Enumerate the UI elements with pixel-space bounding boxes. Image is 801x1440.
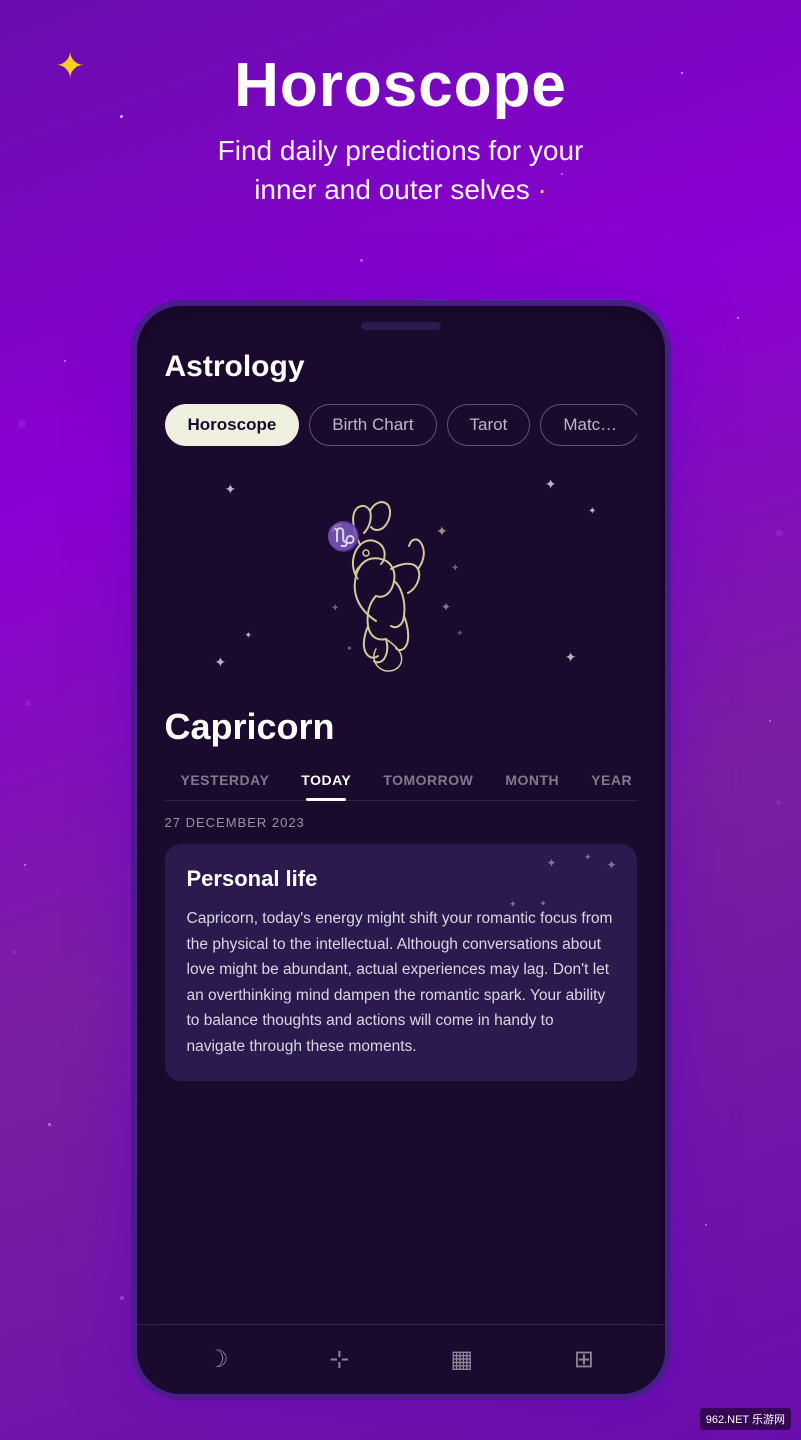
zodiac-name: Capricorn (165, 706, 637, 748)
sparkle-sm2: ✦ (245, 630, 253, 641)
tabs-row: Horoscope Birth Chart Tarot Matc… (165, 404, 637, 446)
watermark-platform: 乐游网 (752, 1414, 785, 1426)
page-title: Horoscope (0, 50, 801, 121)
sparkle-tr: ✦ (545, 476, 557, 493)
svg-text:✦: ✦ (346, 644, 353, 653)
svg-text:♑: ♑ (326, 520, 361, 553)
nav-star-icon[interactable]: ⊹ (329, 1345, 349, 1374)
time-tab-yesterday[interactable]: YESTERDAY (165, 766, 286, 800)
svg-text:✦: ✦ (451, 563, 459, 574)
header: ✦ Horoscope Find daily predictions for y… (0, 0, 801, 239)
card-sparkle1: ✦ (546, 856, 556, 870)
card-sparkle2: ✦ (584, 852, 592, 863)
phone-speaker (361, 322, 441, 330)
sparkle-br: ✦ (565, 649, 577, 666)
tab-tarot[interactable]: Tarot (447, 404, 531, 446)
watermark: 962.NET 乐游网 (700, 1408, 791, 1430)
nav-grid-icon[interactable]: ⊞ (574, 1345, 594, 1374)
sparkle-sm1: ✦ (588, 506, 596, 517)
tab-horoscope[interactable]: Horoscope (165, 404, 300, 446)
card-sparkle3: ✦ (606, 858, 616, 872)
subtitle: Find daily predictions for your inner an… (0, 131, 801, 209)
card-sparkle5: ✦ (540, 899, 547, 908)
time-tab-today[interactable]: TODAY (285, 766, 367, 800)
time-tab-tomorrow[interactable]: TOMORROW (367, 766, 489, 800)
nav-moon-icon[interactable]: ☽ (207, 1345, 229, 1374)
svg-text:✦: ✦ (436, 523, 448, 539)
card-sparkle4: ✦ (509, 899, 517, 910)
nav-calendar-icon[interactable]: ▦ (450, 1345, 473, 1374)
svg-text:✦: ✦ (331, 603, 339, 614)
watermark-site: 962.NET (706, 1414, 749, 1426)
bottom-nav: ☽ ⊹ ▦ ⊞ (137, 1324, 665, 1394)
sparkle-bl: ✦ (215, 654, 227, 671)
subtitle-line1: Find daily predictions for your (218, 135, 584, 166)
phone-mockup: Astrology Horoscope Birth Chart Tarot Ma… (131, 300, 671, 1400)
svg-text:✦: ✦ (441, 600, 451, 614)
tab-birth-chart[interactable]: Birth Chart (309, 404, 436, 446)
sparkle-tl: ✦ (225, 481, 237, 498)
subtitle-line2: inner and outer selves (254, 174, 530, 205)
prediction-card: ✦ ✦ ✦ ✦ ✦ Personal life Capricorn, today… (165, 844, 637, 1081)
dot-accent: · (537, 174, 546, 205)
zodiac-image-area: ✦ ✦ ✦ ✦ ✦ ✦ (165, 466, 637, 696)
app-content: Astrology Horoscope Birth Chart Tarot Ma… (137, 330, 665, 1378)
capricorn-illustration: ♑ ✦ ✦ ✦ ✦ ✦ ✦ (296, 481, 506, 681)
card-text: Capricorn, today's energy might shift yo… (187, 906, 615, 1059)
sparkle-icon: ✦ (55, 45, 85, 87)
svg-text:✦: ✦ (456, 628, 464, 638)
tab-match[interactable]: Matc… (540, 404, 636, 446)
time-tab-year[interactable]: YEAR (575, 766, 648, 800)
time-tab-month[interactable]: MONTH (489, 766, 575, 800)
time-tabs: YESTERDAY TODAY TOMORROW MONTH YEAR (165, 766, 637, 801)
date-label: 27 DECEMBER 2023 (165, 815, 637, 830)
app-title: Astrology (165, 350, 637, 384)
